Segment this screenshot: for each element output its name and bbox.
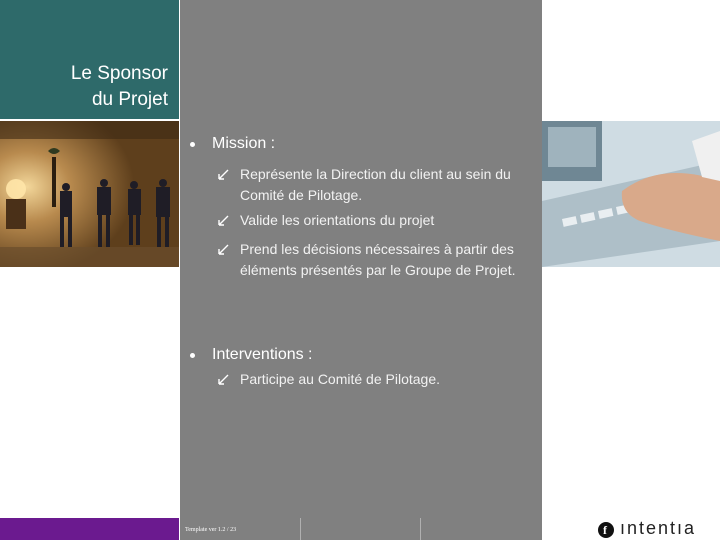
page-title: Le Sponsor du Projet [71, 61, 168, 113]
page-title-line-2: du Projet [91, 89, 168, 110]
logo-text: ıntentıa [620, 518, 697, 538]
content-panel: Mission : Représente la Direction du cli… [180, 0, 542, 518]
template-version: Template ver 1.2 / 23 [185, 527, 237, 533]
page-title-line-1: Le Sponsor [70, 63, 168, 84]
list-item-text: Valide les orientations du projet [240, 212, 435, 228]
pen-nib-bullet-icon [218, 215, 229, 226]
footer-accent-bar [0, 518, 179, 540]
title-panel: Le Sponsor du Projet [0, 0, 179, 119]
footer-divider [420, 518, 421, 540]
list-item-text: Représente la Direction du client au sei… [240, 166, 511, 203]
business-people-photo [0, 121, 179, 267]
logo-mark-icon: f [598, 522, 614, 538]
list-item-text: Prend les décisions nécessaires à partir… [240, 241, 516, 278]
bullet-dot-icon [190, 142, 195, 147]
pen-nib-bullet-icon [218, 244, 229, 255]
keyboard-typing-photo [542, 121, 720, 267]
pen-nib-bullet-icon [218, 169, 229, 180]
business-people-illustration [0, 121, 179, 267]
footer-bar: Template ver 1.2 / 23 [180, 518, 542, 540]
list-item-text: Participe au Comité de Pilotage. [240, 371, 440, 387]
section-heading: Mission : [212, 135, 276, 152]
section-heading: Interventions : [212, 346, 313, 363]
keyboard-typing-illustration [542, 121, 720, 267]
pen-nib-bullet-icon [218, 374, 229, 385]
footer-divider [300, 518, 301, 540]
bullet-dot-icon [190, 353, 195, 358]
